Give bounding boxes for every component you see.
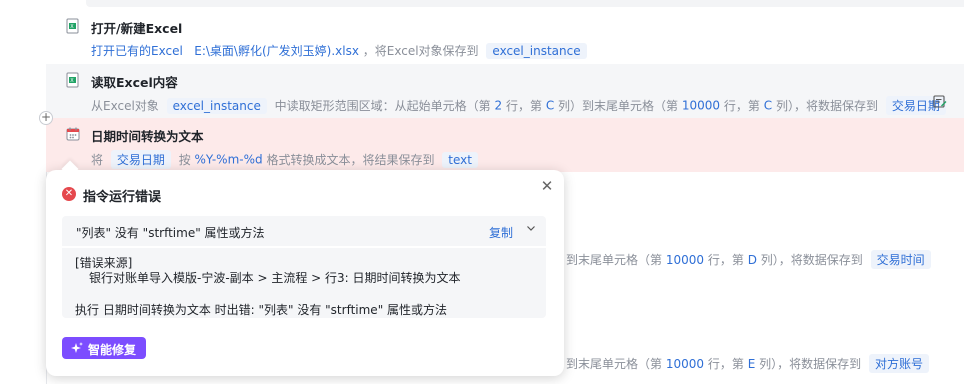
sparkle-icon [71, 342, 83, 353]
desc-path: E:\桌面\孵化(广发刘玉婷).xlsx [194, 44, 359, 58]
variable-tag[interactable]: 对方账号 [868, 354, 929, 373]
smart-fix-button[interactable]: 智能修复 [62, 337, 146, 359]
desc-text: 将 [91, 153, 104, 167]
start-col-value: C [545, 98, 555, 113]
end-row-value: 10000 [665, 253, 705, 267]
error-source-path: 银行对账单导入模版-宁波-副本 > 主流程 > 行3: 日期时间转换为文本 [89, 271, 461, 285]
desc-text: 行，第 [707, 357, 744, 371]
svg-text:X: X [70, 78, 74, 84]
calendar-icon [66, 127, 80, 141]
error-detail: [错误来源] 银行对账单导入模版-宁波-副本 > 主流程 > 行3: 日期时间转… [62, 248, 546, 318]
desc-text: 列），将数据保存到 [760, 253, 863, 267]
start-row-value: 2 [494, 98, 503, 113]
desc-text: 中读取矩形范围区域：从起始单元格（第 [274, 99, 491, 113]
variable-tag[interactable]: text [442, 151, 478, 168]
desc-text: 到末尾单元格（第 [566, 253, 663, 267]
error-message-bar: "列表" 没有 "strftime" 属性或方法 复制 [62, 216, 546, 246]
add-step-button[interactable]: + [39, 111, 53, 125]
step-title: 读取Excel内容 [91, 75, 178, 90]
desc-text: 格式转换成文本，将结果保存到 [266, 153, 435, 167]
format-value: %Y-%m-%d [194, 152, 263, 167]
desc-text: ，将Excel对象保存到 [362, 44, 479, 58]
bg-row-desc: 到末尾单元格（第 10000 行，第 E 列），将数据保存到 对方账号 [566, 354, 933, 373]
error-message: "列表" 没有 "strftime" 属性或方法 [76, 226, 265, 240]
end-col-value: E [747, 357, 756, 371]
copy-button[interactable]: 复制 [489, 224, 513, 241]
variable-tag[interactable]: excel_instance [486, 42, 587, 59]
desc-text: 行，第 [707, 253, 744, 267]
error-icon: ✕ [62, 187, 76, 201]
popup-title: 指令运行错误 [83, 190, 162, 205]
end-row-value: 10000 [681, 98, 721, 113]
end-row-value: 10000 [665, 357, 705, 371]
desc-text: 从Excel对象 [91, 99, 159, 113]
desc-text: 行，第 [723, 99, 760, 113]
end-col-value: D [747, 253, 757, 267]
desc-text: 列），将数据保存到 [775, 99, 878, 113]
desc-action: 打开已有的Excel [91, 44, 183, 58]
variable-tag[interactable]: 交易日期 [110, 150, 171, 169]
bg-row-desc: 到末尾单元格（第 10000 行，第 D 列），将数据保存到 交易时间 [566, 250, 935, 269]
desc-text: 列），将数据保存到 [759, 357, 862, 371]
variable-tag[interactable]: excel_instance [166, 97, 267, 114]
note-edit-icon[interactable] [933, 94, 947, 108]
step-desc: 将 交易日期 按 %Y-%m-%d 格式转换成文本，将结果保存到 text [91, 150, 482, 169]
smart-fix-label: 智能修复 [88, 343, 137, 357]
step-title: 日期时间转换为文本 [91, 129, 204, 144]
top-scroll-area [86, 0, 964, 7]
step-title: 打开/新建Excel [91, 21, 183, 36]
desc-text: 到末尾单元格（第 [566, 357, 663, 371]
desc-text: 按 [178, 153, 191, 167]
exec-error-text: 执行 日期时间转换为文本 时出错: "列表" 没有 "strftime" 属性或… [75, 303, 448, 317]
step-desc: 打开已有的Excel E:\桌面\孵化(广发刘玉婷).xlsx ，将Excel对… [91, 42, 591, 59]
variable-tag[interactable]: 交易时间 [870, 250, 931, 269]
svg-text:X: X [70, 24, 74, 30]
close-icon[interactable]: ✕ [540, 179, 554, 194]
desc-text: 行，第 [505, 99, 542, 113]
excel-read-icon: X [66, 72, 79, 88]
excel-open-icon: X [66, 18, 79, 34]
step-row-read-excel[interactable]: X 读取Excel内容 从Excel对象 excel_instance 中读取矩… [46, 64, 964, 118]
desc-text: 列）到末尾单元格（第 [558, 99, 679, 113]
step-row-datetime-to-text[interactable]: 日期时间转换为文本 将 交易日期 按 %Y-%m-%d 格式转换成文本，将结果保… [46, 118, 964, 172]
error-popup: ✕ 指令运行错误 ✕ "列表" 没有 "strftime" 属性或方法 复制 [… [46, 160, 564, 376]
end-col-value: C [763, 98, 773, 113]
step-row-open-excel[interactable]: X 打开/新建Excel 打开已有的Excel E:\桌面\孵化(广发刘玉婷).… [46, 10, 964, 64]
chevron-down-icon[interactable] [525, 222, 537, 234]
step-desc: 从Excel对象 excel_instance 中读取矩形范围区域：从起始单元格… [91, 96, 950, 115]
